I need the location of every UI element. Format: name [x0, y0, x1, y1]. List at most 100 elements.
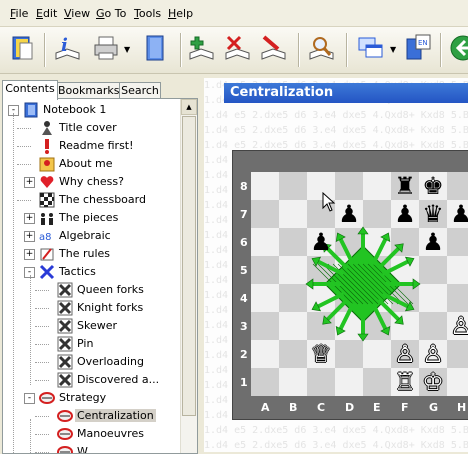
chess-piece[interactable]: ♟: [419, 228, 447, 256]
tree-connector: [35, 434, 49, 435]
navigation-pane: Contents Bookmarks Search ▲ - Notebook 1T…: [0, 78, 198, 454]
chessboard: 8 7 6 5 4 3 2 1 A B C D E F G H ♜ ♚ ♟ ♟ ♛ ♟ ♟ ♟ ♙ ♕ ♙ ♙ ♖ ♔: [232, 150, 468, 420]
book-icon[interactable]: [8, 33, 38, 63]
expand-icon[interactable]: +: [24, 177, 35, 188]
info-icon[interactable]: i: [52, 33, 82, 63]
tree-item-label: Tactics: [59, 265, 96, 278]
chess-piece[interactable]: ♟: [335, 200, 363, 228]
tree-connector: [35, 308, 49, 309]
svg-text:EN: EN: [418, 39, 428, 47]
menu-go-to[interactable]: Go To: [96, 7, 126, 20]
tab-bookmarks[interactable]: Bookmarks: [57, 82, 120, 99]
back-icon[interactable]: [448, 33, 468, 63]
cross-icon: [57, 354, 73, 370]
menu-help[interactable]: Help: [168, 7, 193, 20]
tab-contents[interactable]: Contents: [2, 80, 58, 100]
tree-item[interactable]: + The rules: [3, 245, 179, 263]
cross-icon: [57, 336, 73, 352]
tree-connector: [35, 452, 49, 453]
tree-item[interactable]: - Strategy: [3, 389, 179, 407]
tree-item[interactable]: + The pieces: [3, 209, 179, 227]
notebook-icon: [23, 102, 39, 118]
tree-item-label: About me: [59, 157, 113, 170]
highlight-arrow: [381, 259, 409, 276]
print-icon[interactable]: [92, 33, 122, 63]
highlight-arrow: [338, 302, 355, 330]
strategy-icon: [57, 408, 73, 424]
tree-connector: [17, 200, 31, 201]
menu-view[interactable]: View: [64, 7, 90, 20]
cross-icon: [57, 300, 73, 316]
tree-item[interactable]: + a8 Algebraic: [3, 227, 179, 245]
crossed-swords-icon: [39, 264, 55, 280]
chess-piece[interactable]: ♙: [447, 312, 468, 340]
tree-connector: [17, 128, 31, 129]
menu-edit[interactable]: Edit: [36, 7, 57, 20]
print-dropdown-icon[interactable]: ▼: [124, 45, 130, 54]
tree-item[interactable]: Readme first!: [3, 137, 179, 155]
tree-item-label: Skewer: [77, 319, 118, 332]
notebook-icon[interactable]: [140, 33, 170, 63]
tree-item-label: Knight forks: [77, 301, 144, 314]
menu-tools[interactable]: Tools: [134, 7, 161, 20]
tree-connector: [30, 275, 31, 385]
tab-search[interactable]: Search: [119, 82, 161, 99]
chess-piece[interactable]: ♜: [391, 172, 419, 200]
expand-icon[interactable]: +: [24, 231, 35, 242]
chess-piece[interactable]: ♕: [307, 340, 335, 368]
tree-item-label: Notebook 1: [43, 103, 107, 116]
delete-page-icon[interactable]: [222, 33, 252, 63]
add-page-icon[interactable]: [186, 33, 216, 63]
tree-item-label: Queen forks: [77, 283, 144, 296]
expand-icon[interactable]: +: [24, 213, 35, 224]
pieces-icon: [39, 210, 55, 226]
tree-item[interactable]: About me: [3, 155, 179, 173]
tree-connector: [35, 326, 49, 327]
collapse-icon[interactable]: -: [24, 393, 35, 404]
chess-piece[interactable]: ♚: [419, 172, 447, 200]
exclamation-icon: [39, 138, 55, 154]
find-icon[interactable]: [306, 33, 336, 63]
scroll-up-button[interactable]: ▲: [181, 99, 197, 115]
teacher-icon: [39, 120, 55, 136]
chess-piece[interactable]: ♟: [447, 200, 468, 228]
cross-icon: [57, 318, 73, 334]
chess-piece[interactable]: ♔: [419, 368, 447, 396]
svg-text:i: i: [61, 35, 68, 56]
tree-item[interactable]: - Notebook 1: [3, 101, 179, 119]
window-dropdown-icon[interactable]: ▼: [390, 45, 396, 54]
scroll-thumb[interactable]: [182, 116, 196, 416]
toolbar-separator: [44, 33, 46, 67]
contents-tree: ▲ - Notebook 1 Title cover Readme first! Abo…: [2, 98, 198, 454]
tree-connector: [35, 380, 49, 381]
chess-piece[interactable]: ♙: [391, 340, 419, 368]
tree-connector: [35, 344, 49, 345]
tree-item-label: Manoeuvres: [77, 427, 144, 440]
tree-connector: [35, 290, 49, 291]
edit-page-icon[interactable]: [258, 33, 288, 63]
tree-item[interactable]: + Why chess?: [3, 173, 179, 191]
menu-bar: File Edit View Go To Tools Help: [0, 0, 468, 27]
content-pane: 1.d4 e5 2.dxe5 d6 3.e4 dxe5 4.Qxd8+ Kxd8…: [204, 78, 468, 452]
properties-icon[interactable]: EN: [404, 33, 434, 63]
window-icon[interactable]: [356, 33, 386, 63]
chess-piece[interactable]: ♖: [391, 368, 419, 396]
strategy-icon: [57, 426, 73, 442]
tree-item-label: W...: [77, 445, 98, 454]
rules-icon: [39, 246, 55, 262]
tree-item[interactable]: Title cover: [3, 119, 179, 137]
chess-piece[interactable]: ♙: [419, 340, 447, 368]
highlight-arrow: [371, 302, 388, 330]
svg-text:a8: a8: [39, 232, 52, 243]
tree-connector: [17, 146, 31, 147]
chess-piece[interactable]: ♟: [391, 200, 419, 228]
tree-item[interactable]: The chessboard: [3, 191, 179, 209]
tree-scrollbar[interactable]: ▲: [180, 99, 197, 453]
tree-item-label: Why chess?: [59, 175, 124, 188]
cross-icon: [57, 282, 73, 298]
cross-icon: [57, 372, 73, 388]
menu-file[interactable]: File: [10, 7, 28, 20]
chess-piece[interactable]: ♟: [307, 228, 335, 256]
expand-icon[interactable]: +: [24, 249, 35, 260]
chess-piece[interactable]: ♛: [419, 200, 447, 228]
